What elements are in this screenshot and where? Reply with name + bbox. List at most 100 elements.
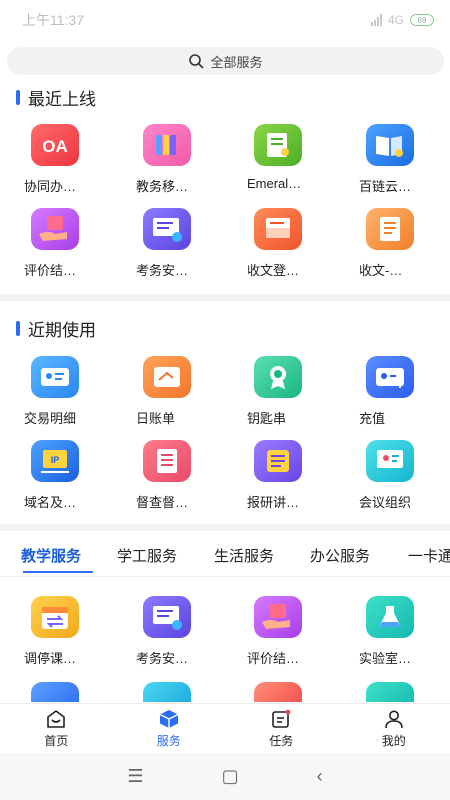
open-book-icon (366, 124, 414, 166)
svg-text:OA: OA (42, 137, 68, 156)
back-icon[interactable]: ‹ (317, 766, 323, 787)
service-item[interactable]: 评价结… (247, 596, 359, 667)
search-icon (189, 54, 204, 69)
teaching-services-next-row (0, 680, 450, 702)
nav-services[interactable]: 服务 (113, 704, 226, 753)
service-item[interactable]: 钥匙串 (247, 356, 359, 427)
service-item-label: 评价结… (247, 651, 300, 666)
service-item[interactable]: 交易明细 (24, 356, 136, 427)
scroll-icon (254, 440, 302, 482)
svg-text:IP: IP (51, 455, 60, 465)
section-marker (16, 90, 20, 105)
service-item-label: 调停课… (24, 651, 77, 666)
service-item[interactable]: 百链云… (359, 124, 450, 195)
document-search-icon (254, 124, 302, 166)
service-item-label: Emeral… (247, 176, 302, 191)
service-item[interactable]: Emeral… (247, 124, 359, 191)
service-item-label: 域名及… (24, 495, 77, 510)
service-item[interactable]: 会议组织 (359, 440, 450, 511)
card-plus-icon (366, 356, 414, 398)
service-item[interactable]: 评价结… (24, 208, 136, 279)
service-item-label: 收文-… (359, 263, 403, 278)
home-square-icon[interactable]: ▢ (222, 766, 239, 787)
nav-home[interactable]: 首页 (0, 704, 113, 753)
award-icon (254, 356, 302, 398)
service-item-label: 考务安… (136, 263, 189, 278)
section-divider (0, 294, 450, 301)
cube-icon (159, 709, 179, 728)
tab-campus-card[interactable]: 一卡通 (408, 545, 450, 566)
active-tab-indicator (23, 571, 93, 573)
person-icon (384, 710, 403, 728)
service-item[interactable]: OA 协同办… (24, 124, 136, 195)
section-divider (0, 524, 450, 531)
books-icon (143, 124, 191, 166)
tab-office[interactable]: 办公服务 (310, 545, 370, 566)
search-label: 全部服务 (210, 54, 263, 70)
nav-label: 首页 (44, 733, 69, 748)
bill-icon (143, 356, 191, 398)
service-item-label: 充值 (359, 411, 386, 426)
checklist-icon (143, 440, 191, 482)
service-item-label: 百链云… (359, 179, 412, 194)
tab-student-affairs[interactable]: 学工服务 (117, 545, 177, 566)
service-item[interactable]: 教务移… (136, 124, 248, 195)
service-item-label: 收文登… (247, 263, 300, 278)
hand-card-icon (254, 596, 302, 638)
service-item-label: 教务移… (136, 179, 189, 194)
status-time: 上午11:37 (22, 12, 84, 28)
meeting-icon (366, 440, 414, 482)
service-item[interactable]: 调停课… (24, 596, 136, 667)
service-item[interactable]: 实验室… (359, 596, 450, 667)
service-item[interactable]: 日账单 (136, 356, 248, 427)
graduation-icon[interactable] (31, 682, 79, 702)
tab-teaching[interactable]: 教学服务 (21, 545, 81, 566)
service-item[interactable]: 考务安… (136, 596, 248, 667)
service-item[interactable]: 充值 (359, 356, 450, 427)
section-title-recent-online: 最近上线 (16, 85, 96, 110)
status-bar: 上午11:37 4G 69 (0, 0, 450, 40)
hand-card-icon (31, 208, 79, 250)
search-bar[interactable]: 全部服务 (7, 47, 444, 75)
section-marker (16, 321, 20, 336)
service-item-label: 考务安… (136, 651, 189, 666)
service-item-label: 交易明细 (24, 411, 77, 426)
ip-globe-icon: IP (31, 440, 79, 482)
service-item[interactable]: 考务安… (136, 208, 248, 279)
sparkle-icon[interactable] (366, 682, 414, 702)
service-item-label: 协同办… (24, 179, 77, 194)
inbox-icon (254, 208, 302, 250)
screen-clock-icon (143, 596, 191, 638)
nav-tasks[interactable]: 任务 (225, 704, 338, 753)
recent-used-grid: 交易明细 日账单 钥匙串 充值 IP 域名及… 督查督… 报研讲… 会议组织 (0, 356, 450, 516)
service-item[interactable]: 收文登… (247, 208, 359, 279)
screen-clock-icon (143, 208, 191, 250)
service-item-label: 日账单 (136, 411, 176, 426)
section-title-text: 最近上线 (28, 90, 96, 109)
battery-icon: 69 (410, 14, 434, 26)
battery-level: 69 (417, 15, 427, 25)
tab-life[interactable]: 生活服务 (214, 545, 274, 566)
service-item-label: 评价结… (24, 263, 77, 278)
category-tabs: 教学服务 学工服务 生活服务 办公服务 一卡通 (0, 531, 450, 577)
oa-icon: OA (31, 124, 79, 166)
flask-icon (366, 596, 414, 638)
play-icon[interactable] (143, 682, 191, 702)
menu-icon[interactable]: ☰ (127, 766, 143, 787)
system-nav-bar: ☰ ▢ ‹ (0, 753, 450, 800)
service-item-label: 督查督… (136, 495, 189, 510)
calendar-swap-icon (31, 596, 79, 638)
service-item[interactable]: IP 域名及… (24, 440, 136, 511)
network-type: 4G (387, 13, 404, 27)
nav-me[interactable]: 我的 (338, 704, 450, 753)
nav-label: 我的 (381, 733, 406, 748)
service-item-label: 会议组织 (359, 495, 412, 510)
signal-icon (370, 14, 382, 26)
service-item[interactable]: 报研讲… (247, 440, 359, 511)
service-item-label: 实验室… (359, 651, 412, 666)
cap-icon[interactable] (254, 682, 302, 702)
service-item[interactable]: 督查督… (136, 440, 248, 511)
nav-label: 任务 (269, 733, 294, 748)
service-item[interactable]: 收文-… (359, 208, 450, 279)
bottom-nav: 首页 服务 任务 我的 (0, 703, 450, 753)
